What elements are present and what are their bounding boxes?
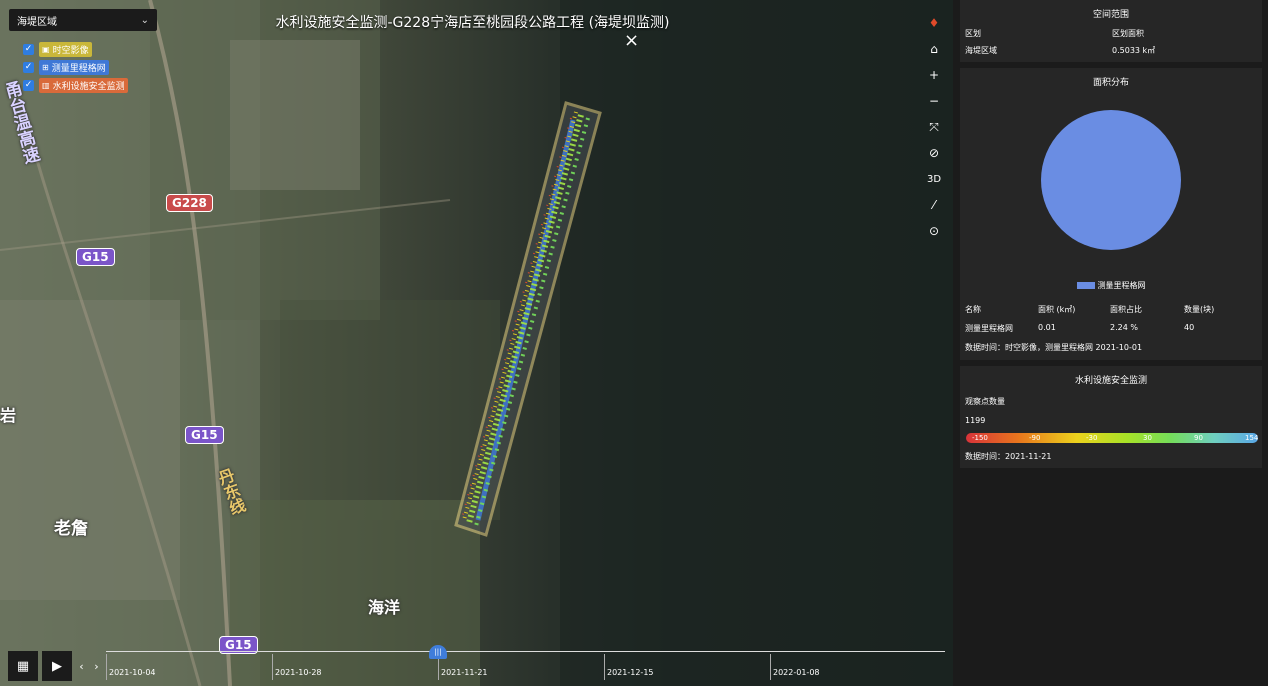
close-icon[interactable]: × bbox=[624, 30, 639, 51]
grid-icon: ⊞ bbox=[42, 62, 49, 72]
prev-icon[interactable]: ‹ bbox=[79, 660, 83, 673]
data-time: 数据时间：时空影像，测量里程格网 2021-10-01 bbox=[965, 343, 1143, 352]
region-select-value: 海堤区域 bbox=[17, 16, 57, 28]
satellite-imagery bbox=[0, 0, 953, 686]
spatial-range-card: 空间范围 区划 区划面积 海堤区域 0.5033 k㎡ bbox=[960, 0, 1262, 62]
table-cell: 0.01 bbox=[1038, 323, 1056, 332]
monitoring-card: 水利设施安全监测 观察点数量 1199 -150 -90 -30 30 90 1… bbox=[960, 366, 1262, 468]
layer-item-imagery[interactable]: ✓ ▣ 时空影像 bbox=[23, 41, 128, 57]
col-header-area: 区划面积 bbox=[1112, 29, 1144, 38]
dam-icon: ▥ bbox=[42, 80, 50, 90]
place-label: 老詹 bbox=[54, 519, 88, 539]
zoom-in-icon[interactable]: + bbox=[922, 62, 946, 88]
timeline-tick: 2021-12-15 bbox=[604, 654, 770, 680]
road-badge-g228: G228 bbox=[166, 194, 213, 212]
table-cell: 测量里程格网 bbox=[965, 324, 1013, 333]
locate-icon[interactable]: ⊙ bbox=[922, 218, 946, 244]
area-pie-chart bbox=[1041, 110, 1181, 250]
layer-label: ▣ 时空影像 bbox=[39, 41, 92, 57]
right-panel: 空间范围 区划 区划面积 海堤区域 0.5033 k㎡ 面积分布 测量里程格网 … bbox=[953, 0, 1268, 686]
table-cell: 40 bbox=[1184, 323, 1195, 332]
scale-label: -150 bbox=[972, 434, 988, 442]
compass-icon[interactable]: ♦ bbox=[922, 10, 946, 36]
region-area: 0.5033 k㎡ bbox=[1112, 46, 1156, 55]
checkbox-icon[interactable]: ✓ bbox=[23, 61, 34, 73]
timeline-handle[interactable]: ||| bbox=[429, 645, 447, 659]
road-badge-g15: G15 bbox=[76, 248, 115, 266]
timeline-tick: 2022-01-08 bbox=[770, 654, 936, 680]
card-title: 水利设施安全监测 bbox=[1074, 376, 1147, 386]
next-icon[interactable]: › bbox=[94, 660, 98, 673]
hide-icon[interactable]: ⊘ bbox=[922, 140, 946, 166]
card-title: 空间范围 bbox=[1092, 10, 1129, 20]
pie-legend[interactable]: 测量里程格网 bbox=[960, 280, 1262, 291]
legend-swatch bbox=[1076, 282, 1095, 289]
layer-label-text: 测量里程格网 bbox=[51, 63, 106, 74]
timeline: ▦ ▶ ‹ › 2021-10-04 2021-10-28 2021-11-21… bbox=[8, 645, 945, 682]
layer-label-text: 时空影像 bbox=[52, 45, 89, 56]
layer-label: ▥ 水利设施安全监测 bbox=[39, 77, 128, 93]
col-header-region: 区划 bbox=[965, 29, 981, 38]
area-distribution-card: 面积分布 测量里程格网 名称 面积 (k㎡) 面积占比 数量(块) 测量里程格网… bbox=[960, 68, 1262, 360]
table-header: 名称 bbox=[965, 305, 981, 314]
checkbox-icon[interactable]: ✓ bbox=[23, 43, 34, 55]
timeline-tick: 2021-10-04 bbox=[106, 654, 272, 680]
home-icon[interactable]: ⌂ bbox=[922, 36, 946, 62]
count-label: 观察点数量 bbox=[965, 397, 1005, 406]
layer-item-monitor[interactable]: ✓ ▥ 水利设施安全监测 bbox=[23, 77, 128, 93]
timeline-tick: 2021-11-21 bbox=[438, 654, 604, 680]
map-title: 水利设施安全监测-G228宁海店至桃园段公路工程 (海堤坝监测) bbox=[275, 15, 670, 31]
region-name: 海堤区域 bbox=[965, 46, 997, 55]
legend-label: 测量里程格网 bbox=[1097, 281, 1146, 290]
place-label: 岩 bbox=[0, 406, 17, 425]
map-view[interactable]: 水利设施安全监测-G228宁海店至桃园段公路工程 (海堤坝监测) × 海堤区域 … bbox=[0, 0, 953, 686]
image-icon: ▣ bbox=[42, 44, 50, 54]
layer-label-text: 水利设施安全监测 bbox=[52, 81, 125, 92]
layer-label: ⊞ 测量里程格网 bbox=[39, 59, 109, 75]
view-3d-button[interactable]: 3D bbox=[922, 166, 946, 192]
pie-slice[interactable] bbox=[1041, 110, 1181, 250]
timeline-arrows: ‹ › bbox=[74, 651, 104, 681]
timeline-track[interactable]: 2021-10-04 2021-10-28 2021-11-21 2021-12… bbox=[106, 645, 945, 682]
table-cell: 2.24 % bbox=[1110, 323, 1138, 332]
fullscreen-icon[interactable]: ⤧ bbox=[922, 114, 946, 140]
table-header: 数量(块) bbox=[1184, 305, 1215, 314]
place-label: 海洋 bbox=[368, 598, 401, 617]
scale-label: -30 bbox=[1086, 434, 1098, 442]
scale-label: -90 bbox=[1029, 434, 1041, 442]
zoom-out-icon[interactable]: − bbox=[922, 88, 946, 114]
map-toolbar: ♦ ⌂ + − ⤧ ⊘ 3D ⁄ ⊙ bbox=[922, 10, 946, 244]
calendar-icon[interactable]: ▦ bbox=[8, 651, 38, 681]
color-scale: -150 -90 -30 30 90 154 bbox=[966, 433, 1258, 443]
chevron-down-icon: ⌄ bbox=[140, 14, 149, 26]
table-header: 面积 (k㎡) bbox=[1038, 305, 1076, 314]
count-value: 1199 bbox=[965, 416, 986, 425]
card-title: 面积分布 bbox=[1092, 78, 1129, 88]
scale-label: 30 bbox=[1143, 434, 1152, 442]
data-time: 数据时间：2021-11-21 bbox=[965, 452, 1052, 461]
road-badge-g15: G15 bbox=[185, 426, 224, 444]
scale-label: 90 bbox=[1194, 434, 1203, 442]
region-select[interactable]: 海堤区域 ⌄ bbox=[9, 9, 157, 31]
layer-list: ✓ ▣ 时空影像 ✓ ⊞ 测量里程格网 ✓ ▥ 水利设施安全监测 bbox=[23, 41, 128, 96]
layer-item-grid[interactable]: ✓ ⊞ 测量里程格网 bbox=[23, 59, 128, 75]
ruler-icon[interactable]: ⁄ bbox=[922, 192, 946, 218]
play-icon[interactable]: ▶ bbox=[42, 651, 72, 681]
timeline-tick: 2021-10-28 bbox=[272, 654, 438, 680]
scale-label: 154 bbox=[1245, 434, 1259, 442]
table-header: 面积占比 bbox=[1110, 305, 1142, 314]
